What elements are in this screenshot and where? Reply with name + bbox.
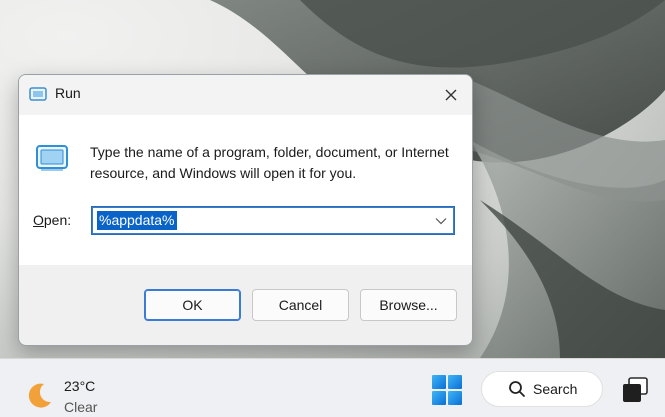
search-icon [509, 381, 525, 397]
close-icon [445, 89, 457, 101]
open-label-accesskey: O [33, 212, 44, 228]
open-label: Open: [33, 212, 71, 228]
chevron-down-icon [435, 218, 447, 225]
dialog-titlebar[interactable]: Run [19, 75, 472, 115]
weather-condition: Clear [64, 399, 98, 415]
open-input-value[interactable]: %appdata% [97, 211, 177, 230]
weather-temperature: 23°C [64, 378, 96, 394]
dialog-title: Run [55, 85, 81, 101]
open-label-text: pen: [43, 212, 72, 228]
dialog-description: Type the name of a program, folder, docu… [90, 144, 449, 181]
browse-button[interactable]: Browse... [360, 289, 457, 321]
task-view-button[interactable] [620, 375, 650, 405]
run-program-icon [36, 145, 68, 171]
start-button[interactable] [430, 373, 464, 407]
cancel-button[interactable]: Cancel [252, 289, 349, 321]
combobox-dropdown-button[interactable] [432, 212, 450, 230]
task-view-icon [623, 377, 648, 402]
search-label: Search [533, 381, 578, 397]
ok-button[interactable]: OK [144, 289, 241, 321]
run-app-icon [29, 87, 47, 101]
taskbar: 23°C Clear Search [0, 358, 665, 417]
dialog-body: Type the name of a program, folder, docu… [19, 115, 472, 265]
close-button[interactable] [436, 81, 466, 109]
weather-widget[interactable]: 23°C Clear [24, 369, 134, 415]
windows-start-icon [432, 375, 462, 405]
open-combobox[interactable]: %appdata% [91, 206, 455, 235]
run-dialog: Run Type the name of a program, folder, … [18, 74, 473, 346]
moon-icon [28, 383, 51, 408]
taskbar-search-button[interactable]: Search [481, 371, 603, 407]
